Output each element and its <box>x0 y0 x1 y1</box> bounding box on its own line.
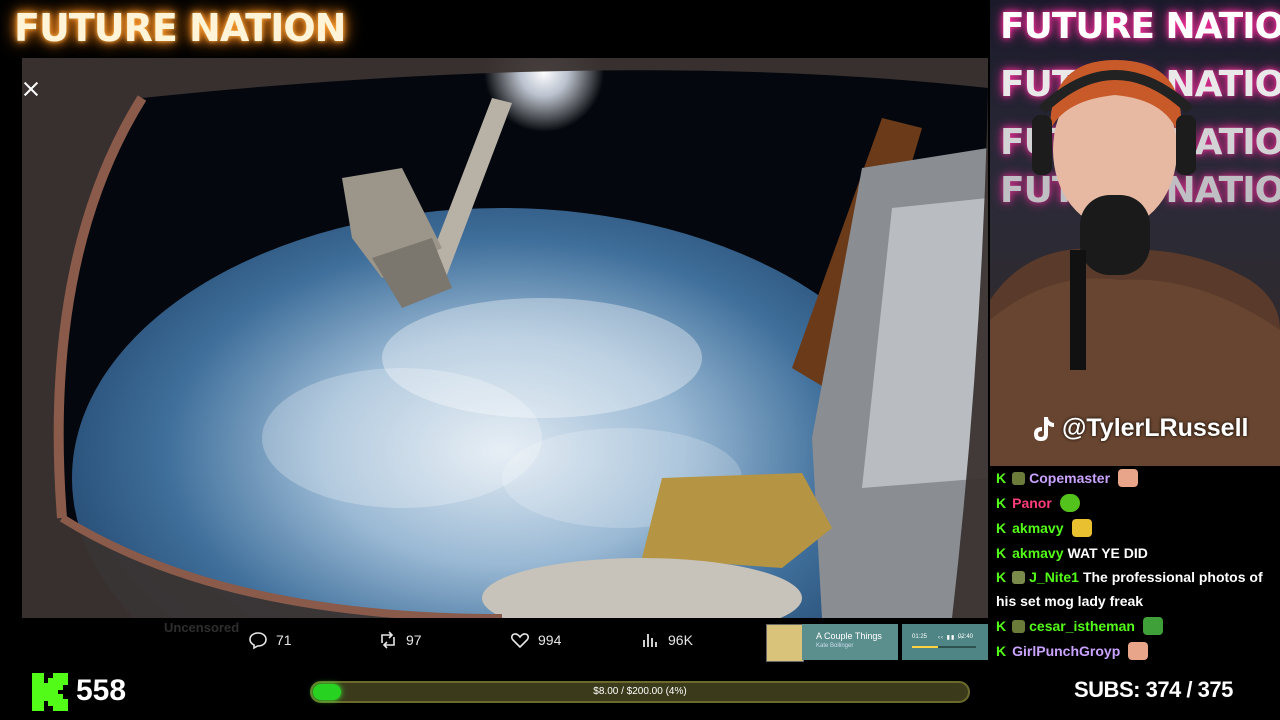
chat-message: K Copemaster <box>996 466 1280 490</box>
emote-icon <box>1071 519 1092 537</box>
tiktok-handle-text: @TylerLRussell <box>1062 414 1249 442</box>
playback-progress-bar <box>912 646 976 648</box>
space-station-window-illustration <box>22 58 988 618</box>
chat-username[interactable]: J_Nite1 <box>1029 569 1079 585</box>
future-nation-logo: FUTURE NATION <box>14 6 346 50</box>
chat-username[interactable]: akmavy <box>1012 545 1063 561</box>
retweet-icon <box>381 631 395 649</box>
player-controls: 01:25 ‹‹ ▮▮ ›› 02:40 <box>902 624 988 660</box>
like-count: 994 <box>538 632 562 648</box>
kick-badge: K <box>996 545 1007 561</box>
subs-value: 374 / 375 <box>1145 677 1234 702</box>
reply-count: 71 <box>276 632 292 648</box>
song-artist: Kate Bollinger <box>816 643 854 649</box>
close-button[interactable] <box>22 80 40 98</box>
kick-badge: K <box>996 643 1007 659</box>
user-badge-icon <box>1012 571 1026 584</box>
album-art <box>766 624 804 662</box>
streamer-silhouette <box>990 60 1280 466</box>
chat-message: K J_Nite1 The professional photos of his s… <box>996 565 1280 613</box>
chat-text: WAT YE DID <box>1067 545 1148 561</box>
emote-icon <box>1142 617 1163 635</box>
heart-icon <box>511 633 529 649</box>
emote-icon <box>1128 642 1149 660</box>
chat-message: K GirlPunchGroyp <box>996 639 1280 663</box>
bar-chart-icon <box>643 634 657 647</box>
chat-message: Kcesar_istheman <box>996 614 1280 638</box>
chat-username[interactable]: GirlPunchGroyp <box>1012 643 1120 659</box>
view-count: 96K <box>668 632 693 648</box>
kick-badge: K <box>996 470 1007 486</box>
kick-badge: K <box>996 520 1007 536</box>
time-current: 01:25 <box>912 634 928 640</box>
media-image <box>22 58 988 618</box>
reply-button[interactable]: 71 <box>248 630 292 650</box>
time-total: 02:40 <box>958 634 974 640</box>
donation-goal-bar: $8.00 / $200.00 (4%) <box>310 681 970 703</box>
user-badge-icon <box>1012 620 1026 633</box>
subs-counter: SUBS: 374 / 375 <box>1074 677 1233 703</box>
track-info: A Couple Things Kate Bollinger <box>802 624 898 660</box>
kick-badge: K <box>996 618 1007 634</box>
song-title: A Couple Things <box>816 631 882 641</box>
emote-icon <box>1059 494 1080 512</box>
chat-message: Kakmavy WAT YE DID <box>996 541 1280 565</box>
chat-username[interactable]: Panor <box>1012 495 1052 511</box>
like-button[interactable]: 994 <box>510 630 561 650</box>
retweet-button[interactable]: 97 <box>378 630 422 650</box>
chat-message: Kakmavy <box>996 516 1280 540</box>
donation-goal-text: $8.00 / $200.00 (4%) <box>593 686 687 697</box>
retweet-count: 97 <box>406 632 422 648</box>
subs-label: SUBS: <box>1074 677 1140 702</box>
user-badge-icon <box>1012 472 1026 485</box>
chat-username[interactable]: akmavy <box>1012 520 1063 536</box>
kick-logo-icon <box>32 673 68 711</box>
kick-badge: K <box>996 495 1007 511</box>
tweet-stats: 71 97 994 96K <box>0 630 760 654</box>
views-button[interactable]: 96K <box>640 630 693 650</box>
kick-badge: K <box>996 569 1007 585</box>
chat-panel: K Copemaster K Panor Kakmavy Kakmavy WAT YE… <box>996 466 1280 666</box>
tiktok-icon <box>1034 416 1054 441</box>
chat-username[interactable]: Copemaster <box>1029 470 1110 486</box>
webcam-feed: FUTURE NATION FUTURE NATION FUTURE NATIO… <box>990 0 1280 466</box>
tiktok-handle: @TylerLRussell <box>1030 414 1248 443</box>
emote-icon <box>1118 469 1139 487</box>
comment-icon <box>249 632 267 650</box>
chat-message: K Panor <box>996 491 1280 515</box>
kick-viewer-count: 558 <box>76 674 127 707</box>
now-playing-widget: A Couple Things Kate Bollinger 01:25 ‹‹ … <box>766 624 988 662</box>
chat-username[interactable]: cesar_istheman <box>1029 618 1135 634</box>
